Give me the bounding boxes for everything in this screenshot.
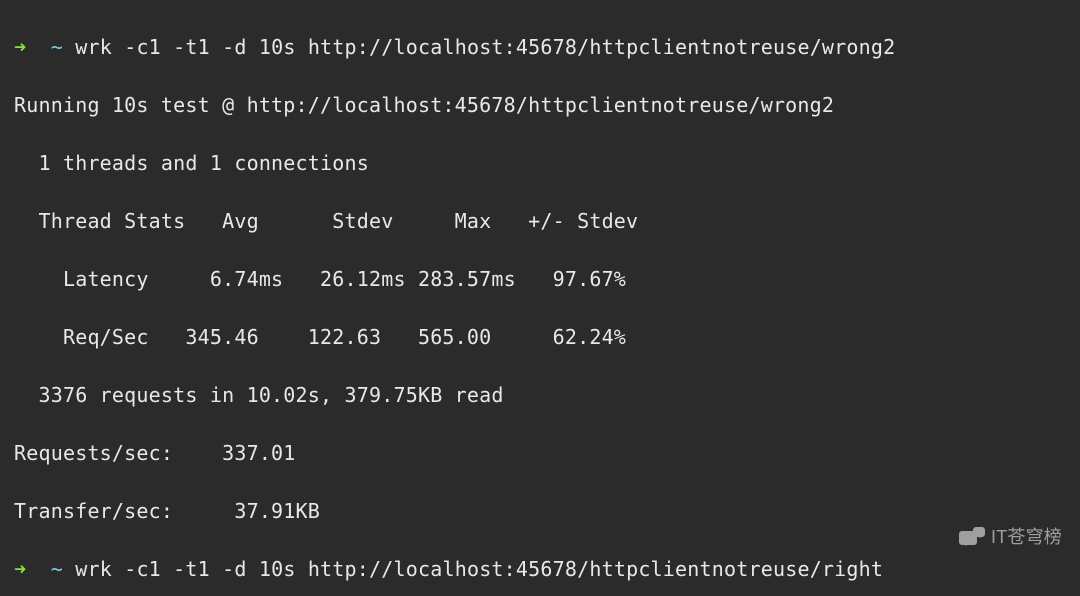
wechat-chat-icon xyxy=(959,527,985,549)
watermark-text: IT苍穹榜 xyxy=(991,523,1062,552)
prompt-line: ➜ ~ wrk -c1 -t1 -d 10s http://localhost:… xyxy=(14,555,1066,584)
command-text: wrk -c1 -t1 -d 10s http://localhost:4567… xyxy=(75,557,883,581)
prompt-cwd: ~ xyxy=(51,35,63,59)
transfer-per-sec-line: Transfer/sec: 37.91KB xyxy=(14,497,1066,526)
totals-line: 3376 requests in 10.02s, 379.75KB read xyxy=(14,381,1066,410)
prompt-arrow-icon: ➜ xyxy=(14,557,26,581)
running-line: Running 10s test @ http://localhost:4567… xyxy=(14,91,1066,120)
terminal-window[interactable]: ➜ ~ wrk -c1 -t1 -d 10s http://localhost:… xyxy=(0,0,1080,596)
stats-header-line: Thread Stats Avg Stdev Max +/- Stdev xyxy=(14,207,1066,236)
prompt-line: ➜ ~ wrk -c1 -t1 -d 10s http://localhost:… xyxy=(14,33,1066,62)
watermark: IT苍穹榜 xyxy=(959,523,1062,552)
requests-per-sec-line: Requests/sec: 337.01 xyxy=(14,439,1066,468)
prompt-cwd: ~ xyxy=(51,557,63,581)
prompt-arrow-icon: ➜ xyxy=(14,35,26,59)
reqsec-line: Req/Sec 345.46 122.63 565.00 62.24% xyxy=(14,323,1066,352)
threads-line: 1 threads and 1 connections xyxy=(14,149,1066,178)
command-text: wrk -c1 -t1 -d 10s http://localhost:4567… xyxy=(75,35,895,59)
latency-line: Latency 6.74ms 26.12ms 283.57ms 97.67% xyxy=(14,265,1066,294)
